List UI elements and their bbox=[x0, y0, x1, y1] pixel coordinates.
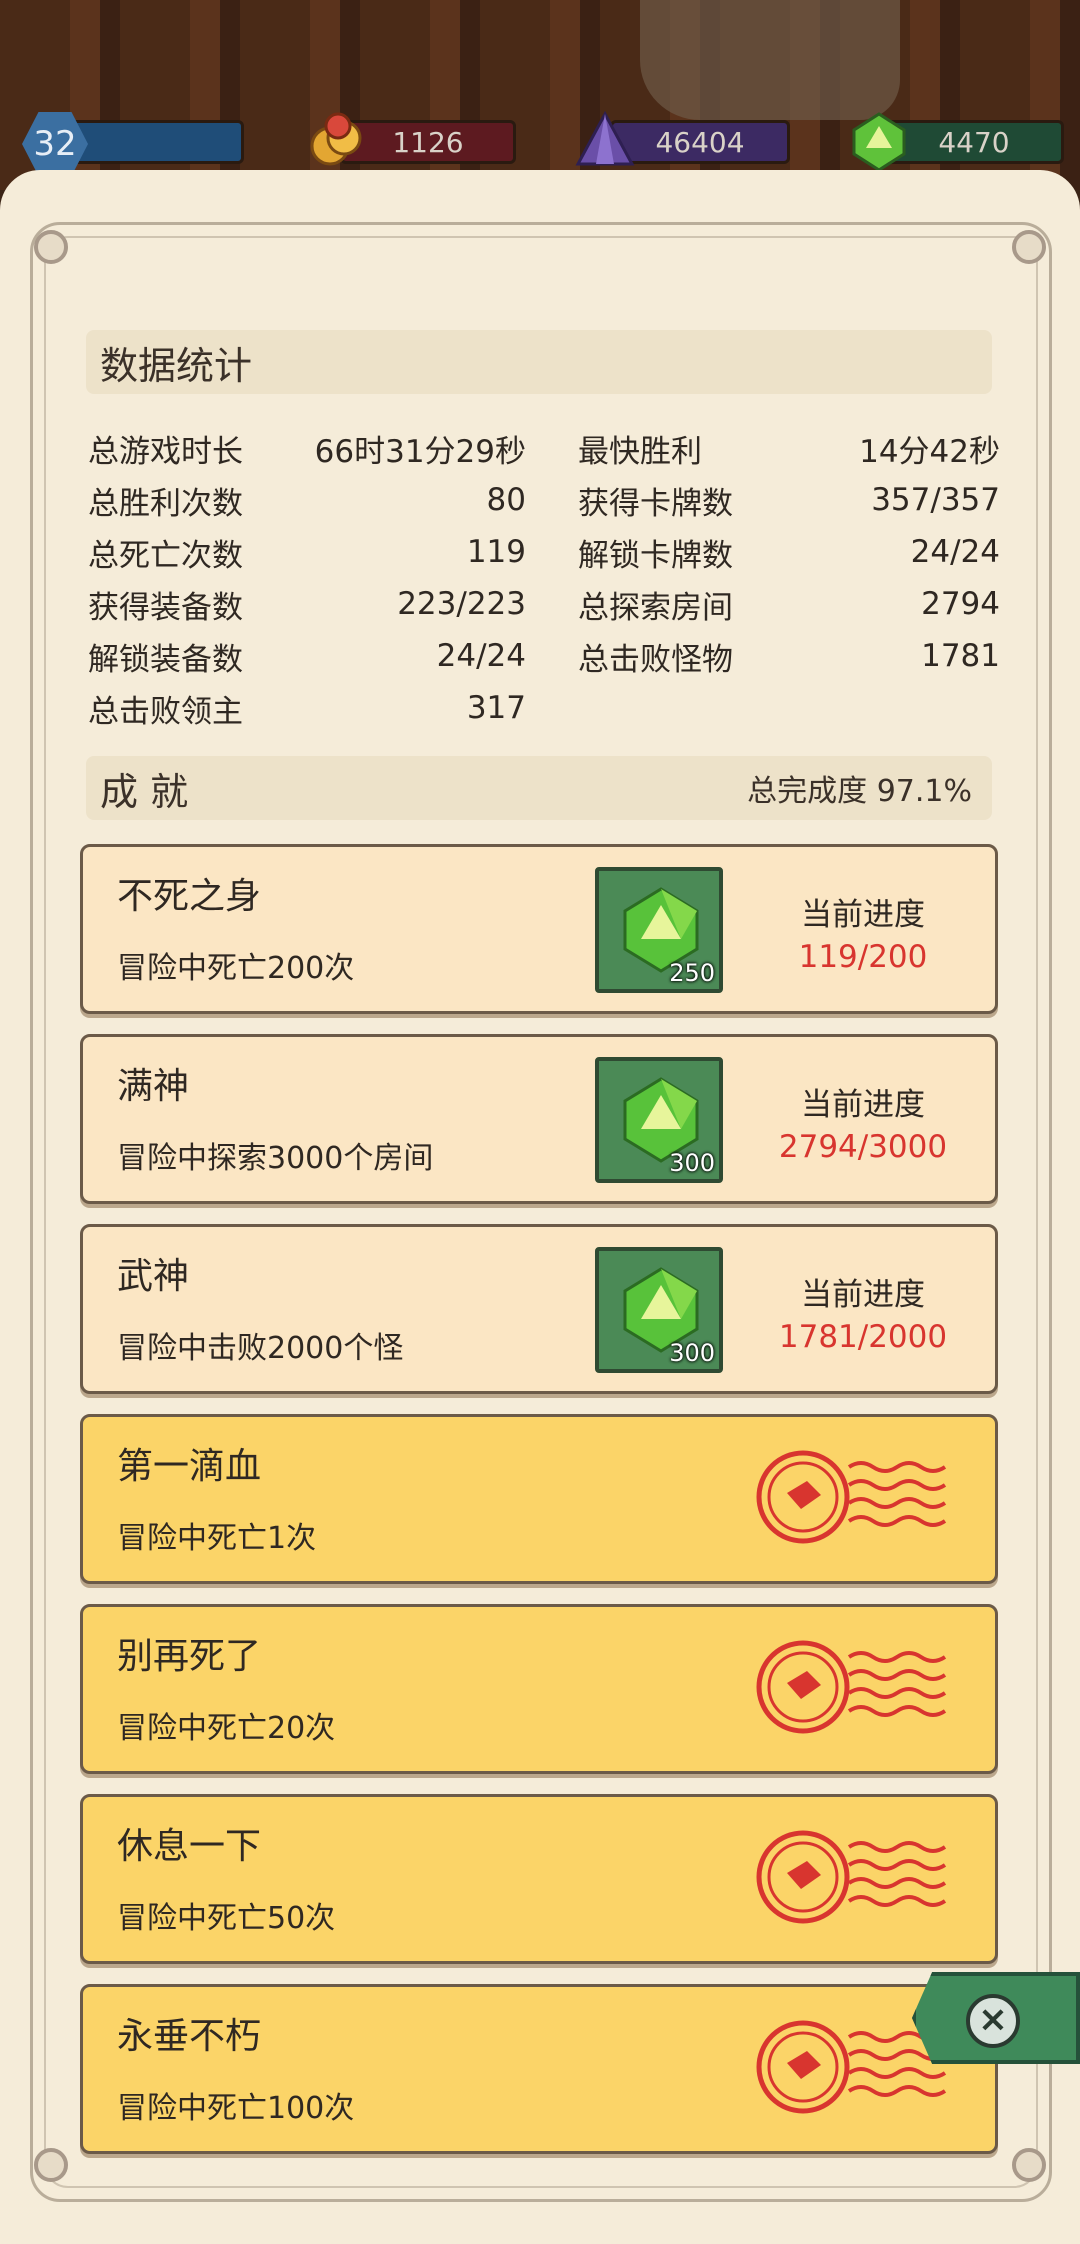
completed-stamp-icon bbox=[756, 1640, 947, 1734]
stat-row: 获得装备数 223/223 bbox=[88, 580, 526, 628]
reward-amount: 300 bbox=[669, 1149, 715, 1177]
achievement-desc: 冒险中死亡50次 bbox=[117, 1901, 336, 1936]
achievement-title: 不死之身 bbox=[117, 876, 262, 917]
frame-corner bbox=[1012, 2148, 1046, 2182]
progress-label: 当前进度 bbox=[801, 1087, 925, 1123]
achievement-card[interactable]: 不死之身 冒险中死亡200次 250 当前进度 119/200 bbox=[80, 844, 998, 1014]
stat-value: 119 bbox=[466, 534, 526, 570]
stat-label: 解锁装备数 bbox=[88, 641, 243, 678]
stat-label: 总击败领主 bbox=[88, 693, 243, 730]
stat-value: 24/24 bbox=[910, 534, 1000, 570]
stat-row: 最快胜利 14分42秒 bbox=[578, 424, 1000, 472]
achievement-card[interactable]: 永垂不朽 冒险中死亡100次 bbox=[80, 1984, 998, 2154]
stat-value: 1781 bbox=[921, 638, 1000, 674]
achievement-title: 武神 bbox=[117, 1256, 190, 1297]
stat-row: 总击败怪物 1781 bbox=[578, 632, 1000, 680]
gold-value: 1126 bbox=[392, 125, 464, 159]
achievement-card[interactable]: 别再死了 冒险中死亡20次 bbox=[80, 1604, 998, 1774]
reward-box: 300 bbox=[595, 1057, 723, 1183]
stat-row: 获得卡牌数 357/357 bbox=[578, 476, 1000, 524]
achievement-card[interactable]: 第一滴血 冒险中死亡1次 bbox=[80, 1414, 998, 1584]
stat-label: 总胜利次数 bbox=[88, 485, 243, 522]
frame-corner bbox=[34, 2148, 68, 2182]
stat-row: 解锁装备数 24/24 bbox=[88, 632, 526, 680]
purple-gem-value: 46404 bbox=[655, 125, 745, 159]
frame-corner bbox=[34, 230, 68, 264]
stat-value: 317 bbox=[466, 690, 526, 726]
stat-value: 357/357 bbox=[871, 482, 1000, 518]
close-icon[interactable]: × bbox=[966, 1994, 1020, 2048]
achievement-title: 休息一下 bbox=[117, 1826, 262, 1867]
stat-row: 总死亡次数 119 bbox=[88, 528, 526, 576]
stat-row: 总探索房间 2794 bbox=[578, 580, 1000, 628]
progress-label: 当前进度 bbox=[801, 1277, 925, 1313]
progress-value: 1781/2000 bbox=[778, 1319, 948, 1355]
achievements-title: 成 就 bbox=[100, 769, 189, 814]
green-gem-icon bbox=[852, 112, 906, 172]
progress-label: 当前进度 bbox=[801, 897, 925, 933]
green-gem-counter: 4470 bbox=[884, 120, 1064, 164]
frame-corner bbox=[1012, 230, 1046, 264]
stat-row: 总胜利次数 80 bbox=[88, 476, 526, 524]
achievements-section-header: 成 就 总完成度 97.1% bbox=[86, 756, 992, 820]
stat-row: 总游戏时长 66时31分29秒 bbox=[88, 424, 526, 472]
achievement-card[interactable]: 休息一下 冒险中死亡50次 bbox=[80, 1794, 998, 1964]
achievement-desc: 冒险中死亡1次 bbox=[117, 1521, 317, 1556]
stat-value: 80 bbox=[486, 482, 526, 518]
reward-amount: 300 bbox=[669, 1339, 715, 1367]
top-resource-bar: 32 1126 46404 4470 bbox=[0, 0, 1080, 190]
progress-value: 119/200 bbox=[798, 939, 928, 975]
achievement-title: 别再死了 bbox=[117, 1636, 262, 1677]
stat-label: 解锁卡牌数 bbox=[578, 537, 733, 574]
reward-box: 250 bbox=[595, 867, 723, 993]
stat-label: 总游戏时长 bbox=[88, 433, 243, 470]
background-rock bbox=[640, 0, 900, 120]
achievement-desc: 冒险中击败2000个怪 bbox=[117, 1331, 404, 1366]
stat-row: 解锁卡牌数 24/24 bbox=[578, 528, 1000, 576]
stat-label: 总探索房间 bbox=[578, 589, 733, 626]
stat-value: 223/223 bbox=[397, 586, 526, 622]
achievement-desc: 冒险中死亡200次 bbox=[117, 951, 355, 986]
purple-crystal-icon bbox=[575, 110, 635, 166]
reward-box: 300 bbox=[595, 1247, 723, 1373]
achievement-title: 永垂不朽 bbox=[117, 2016, 262, 2057]
stat-row: 总击败领主 317 bbox=[88, 684, 526, 732]
achievement-title: 满神 bbox=[117, 1066, 190, 1107]
completion-rate: 总完成度 97.1% bbox=[747, 774, 972, 809]
stats-section-header: 数据统计 bbox=[86, 330, 992, 394]
stat-label: 总击败怪物 bbox=[578, 641, 733, 678]
gold-coin-icon bbox=[310, 112, 362, 166]
reward-amount: 250 bbox=[669, 959, 715, 987]
stat-label: 获得卡牌数 bbox=[578, 485, 733, 522]
stat-label: 总死亡次数 bbox=[88, 537, 243, 574]
stat-value: 24/24 bbox=[436, 638, 526, 674]
achievement-desc: 冒险中探索3000个房间 bbox=[117, 1141, 434, 1176]
achievement-card[interactable]: 满神 冒险中探索3000个房间 300 当前进度 2794/3000 bbox=[80, 1034, 998, 1204]
achievement-desc: 冒险中死亡100次 bbox=[117, 2091, 355, 2126]
stat-value: 66时31分29秒 bbox=[314, 433, 526, 470]
completed-stamp-icon bbox=[756, 1450, 947, 1544]
completed-stamp-icon bbox=[756, 1830, 947, 1924]
stat-value: 2794 bbox=[921, 586, 1000, 622]
level-bar bbox=[60, 120, 244, 164]
achievement-desc: 冒险中死亡20次 bbox=[117, 1711, 336, 1746]
stats-title: 数据统计 bbox=[100, 343, 253, 388]
stat-value: 14分42秒 bbox=[859, 433, 1000, 470]
achievement-title: 第一滴血 bbox=[117, 1446, 262, 1487]
green-gem-value: 4470 bbox=[938, 125, 1010, 159]
purple-gem-counter: 46404 bbox=[610, 120, 790, 164]
progress-value: 2794/3000 bbox=[778, 1129, 948, 1165]
stat-label: 最快胜利 bbox=[578, 433, 702, 470]
achievement-card[interactable]: 武神 冒险中击败2000个怪 300 当前进度 1781/2000 bbox=[80, 1224, 998, 1394]
stat-label: 获得装备数 bbox=[88, 589, 243, 626]
